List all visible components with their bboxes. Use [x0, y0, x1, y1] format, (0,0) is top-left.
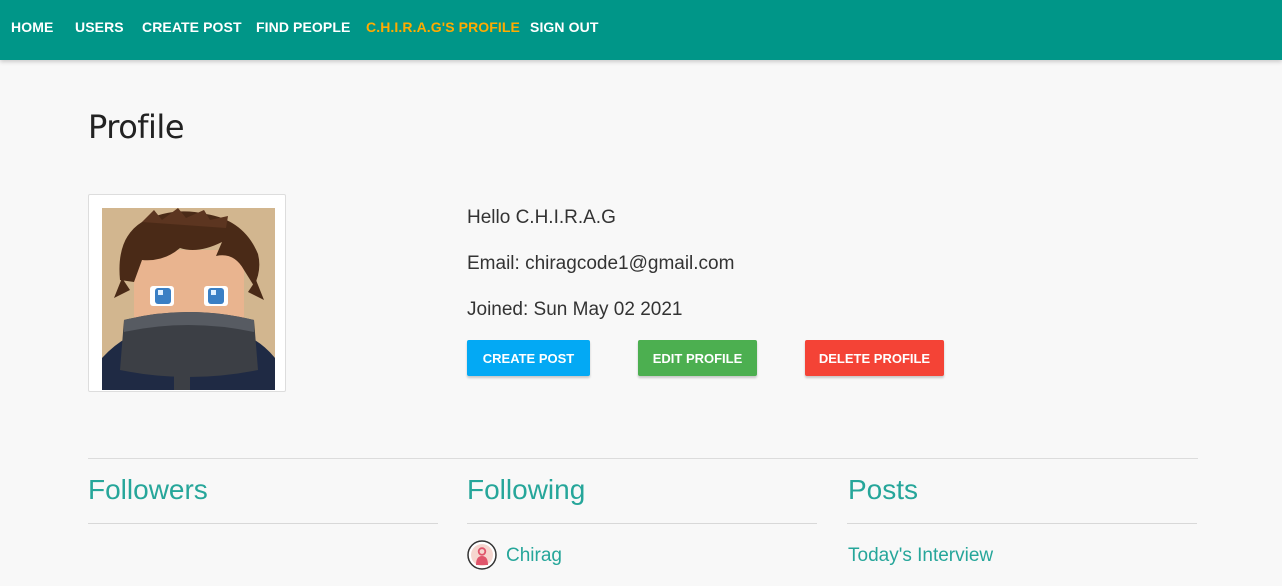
posts-divider — [847, 523, 1197, 524]
section-divider — [88, 458, 1198, 459]
post-link[interactable]: Today's Interview — [848, 545, 993, 567]
nav-home[interactable]: HOME — [11, 19, 53, 35]
joined-date-text: Joined: Sun May 02 2021 — [467, 299, 683, 320]
edit-profile-button[interactable]: EDIT PROFILE — [638, 340, 757, 376]
page-title: Profile — [88, 108, 185, 146]
profile-photo — [88, 194, 286, 392]
nav-users[interactable]: USERS — [75, 19, 124, 35]
posts-heading: Posts — [848, 474, 919, 505]
delete-profile-button[interactable]: DELETE PROFILE — [805, 340, 944, 376]
nav-my-profile[interactable]: C.H.I.R.A.G'S PROFILE — [366, 19, 520, 35]
email-text: Email: chiragcode1@gmail.com — [467, 253, 735, 274]
followers-heading: Followers — [88, 474, 208, 505]
following-divider — [467, 523, 817, 524]
nav-find-people[interactable]: FIND PEOPLE — [256, 19, 350, 35]
greeting-text: Hello C.H.I.R.A.G — [467, 207, 616, 228]
nav-create-post[interactable]: CREATE POST — [142, 19, 242, 35]
profile-avatar-illustration — [102, 208, 275, 390]
nav-sign-out[interactable]: SIGN OUT — [530, 19, 598, 35]
following-user-avatar-icon[interactable] — [467, 540, 497, 570]
following-user-link[interactable]: Chirag — [506, 545, 562, 567]
following-heading: Following — [467, 474, 586, 505]
create-post-button[interactable]: CREATE POST — [467, 340, 590, 376]
top-navbar: HOME USERS CREATE POST FIND PEOPLE C.H.I… — [0, 0, 1282, 60]
followers-divider — [88, 523, 438, 524]
